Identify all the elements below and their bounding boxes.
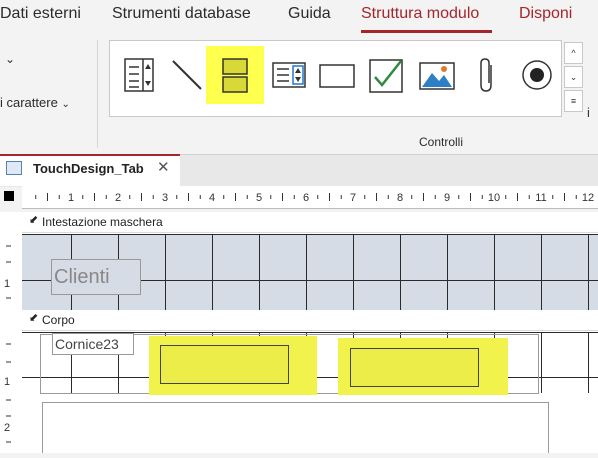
subform-container[interactable] <box>42 402 549 453</box>
ruler-label-11: 11 <box>535 192 546 204</box>
ruler-label-2: 2 <box>115 192 121 204</box>
gallery-scroll-up-button[interactable]: ^ <box>564 42 583 64</box>
header-title-label[interactable]: Clienti <box>51 259 141 295</box>
section-arrow-icon: ⬋ <box>29 312 39 324</box>
horizontal-ruler: 1 2 3 4 5 6 7 8 9 10 11 12 <box>22 186 598 209</box>
v-ruler-body-1: 1 <box>4 376 10 388</box>
form-icon <box>6 161 22 175</box>
combobox-icon <box>272 62 306 88</box>
ruler-label-5: 5 <box>256 192 262 204</box>
page-break-control-1[interactable] <box>160 345 289 384</box>
body-section-grid[interactable]: Cornice23 <box>22 332 598 453</box>
page-break-control-button[interactable] <box>206 46 264 104</box>
listbox-icon <box>124 58 154 92</box>
chevron-up-icon: ^ <box>571 48 576 58</box>
attachment-icon <box>480 58 492 92</box>
ruler-label-6: 6 <box>303 192 309 204</box>
header-section-label: Intestazione maschera <box>42 215 163 229</box>
tab-guida[interactable]: Guida <box>288 5 331 23</box>
gallery-more-button[interactable]: ≡ <box>564 90 583 112</box>
controls-group-label: Controlli <box>419 135 464 149</box>
v-ruler-header-1: 1 <box>4 278 10 290</box>
vertical-ruler: 1 1 2 <box>0 212 23 453</box>
image-icon <box>419 62 455 90</box>
body-section-bar[interactable]: ⬋ Corpo <box>22 310 598 331</box>
font-group-label[interactable]: i carattere ⌄ <box>0 95 70 110</box>
form-selector[interactable] <box>4 191 14 201</box>
ruler-label-10: 10 <box>488 192 500 204</box>
close-icon[interactable]: ✕ <box>157 158 170 176</box>
horizontal-ruler-ticks: 1 2 3 4 5 6 7 8 9 10 11 12 <box>35 192 594 204</box>
header-section-grid[interactable]: Clienti <box>22 234 598 310</box>
section-arrow-icon: ⬋ <box>29 214 39 226</box>
ruler-label-7: 7 <box>350 192 356 204</box>
checkbox-icon <box>369 59 403 93</box>
v-ruler-body-2: 2 <box>4 422 10 434</box>
gallery-scroll-down-button[interactable]: ⌄ <box>564 66 583 88</box>
page-break-control-2[interactable] <box>350 348 479 387</box>
document-tab-title: TouchDesign_Tab <box>33 161 144 176</box>
line-icon <box>172 60 202 90</box>
chevron-down-icon[interactable]: ⌄ <box>5 52 15 66</box>
group-separator <box>97 40 98 148</box>
tab-disponi[interactable]: Disponi <box>519 5 572 23</box>
ruler-label-8: 8 <box>397 192 403 204</box>
ruler-label-3: 3 <box>162 192 168 204</box>
ribbon-truncated-label: i <box>587 105 590 120</box>
active-tab-indicator <box>361 30 492 33</box>
form-design-canvas[interactable]: ⬋ Intestazione maschera Clienti ⬋ Corpo <box>22 212 598 453</box>
header-section-bar[interactable]: ⬋ Intestazione maschera <box>22 212 598 233</box>
vertical-ruler-ticks: 1 1 2 <box>4 245 11 443</box>
tab-dati-esterni[interactable]: Dati esterni <box>0 5 81 23</box>
gallery-more-icon: ≡ <box>570 96 577 106</box>
tab-struttura-modulo[interactable]: Struttura modulo <box>361 5 479 23</box>
body-section-label: Corpo <box>42 313 75 327</box>
ruler-label-12: 12 <box>582 192 594 204</box>
tab-strumenti-database[interactable]: Strumenti database <box>112 5 251 23</box>
ruler-label-9: 9 <box>444 192 450 204</box>
frame-label[interactable]: Cornice23 <box>52 333 134 355</box>
page-break-icon <box>222 58 248 93</box>
option-button-icon <box>522 60 552 90</box>
rectangle-icon <box>319 64 355 88</box>
ruler-label-4: 4 <box>209 192 215 204</box>
option-button-control-button[interactable] <box>508 46 566 104</box>
chevron-down-icon: ⌄ <box>569 71 578 82</box>
ruler-label-1: 1 <box>68 192 74 204</box>
